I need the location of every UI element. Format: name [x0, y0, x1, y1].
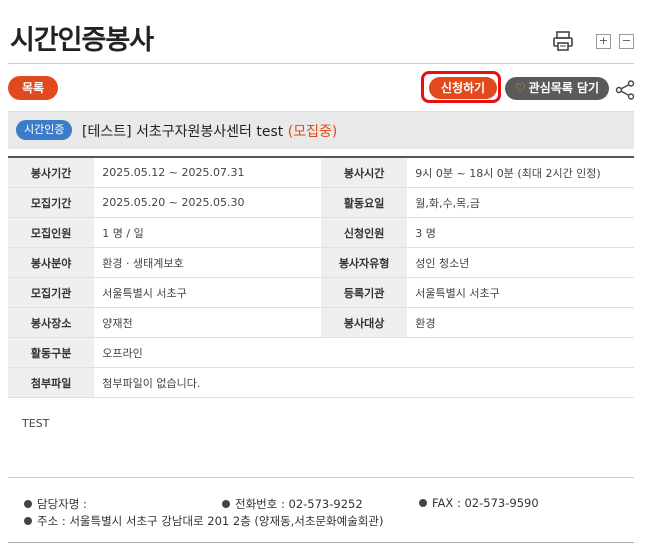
post-header: 시간인증 [테스트] 서초구자원봉사센터 test (모집중) — [8, 111, 634, 149]
favorite-label: 관심목록 담기 — [528, 81, 600, 95]
fax-text: FAX : 02-573-9590 — [432, 496, 539, 510]
table-row: 봉사장소 양재천 봉사대상 환경 — [8, 307, 634, 338]
bullet-icon — [222, 499, 230, 508]
attachment-value: 첨부파일이 없습니다. — [94, 367, 634, 398]
cell-label: 등록기관 — [320, 277, 408, 308]
bullet-icon — [24, 499, 32, 508]
heart-icon: ♡ — [514, 81, 526, 95]
cell-value: 서울특별시 서초구 — [407, 277, 634, 308]
cell-label: 봉사기간 — [8, 157, 95, 188]
post-title-text: [테스트] 서초구자원봉사센터 test — [82, 124, 284, 140]
cell-value: 3 명 — [407, 217, 634, 248]
divider — [8, 63, 634, 64]
table-row: 모집인원 1 명 / 일 신청인원 3 명 — [8, 217, 634, 248]
post-title: [테스트] 서초구자원봉사센터 test (모집중) — [82, 121, 337, 141]
cell-label: 봉사분야 — [8, 247, 95, 278]
print-icon[interactable] — [552, 30, 574, 52]
cell-label: 활동구분 — [8, 337, 95, 368]
address-info: 주소 : 서울특별시 서초구 강남대로 201 2층 (양재동,서초문화예술회관… — [24, 513, 383, 529]
page-tools: + − — [552, 30, 634, 52]
cell-label: 봉사시간 — [320, 157, 408, 188]
cell-label: 첨부파일 — [8, 367, 95, 398]
zoom-out-button[interactable]: − — [619, 33, 634, 49]
share-icon[interactable] — [615, 80, 635, 100]
page-title: 시간인증봉사 — [10, 25, 154, 56]
detail-table: 봉사기간 2025.05.12 ~ 2025.07.31 봉사시간 9시 0분 … — [8, 156, 634, 398]
bullet-icon — [419, 498, 427, 507]
cell-value: 9시 0분 ~ 18시 0분 (최대 2시간 인정) — [407, 157, 634, 188]
divider — [8, 477, 634, 478]
phone-text: 전화번호 : 02-573-9252 — [235, 497, 363, 511]
cell-label: 봉사장소 — [8, 307, 95, 338]
apply-button[interactable]: 신청하기 — [429, 77, 497, 99]
cell-label: 모집기관 — [8, 277, 95, 308]
fax-info: FAX : 02-573-9590 — [419, 496, 539, 510]
table-row: 모집기간 2025.05.20 ~ 2025.05.30 활동요일 월,화,수,… — [8, 187, 634, 218]
divider — [8, 542, 634, 543]
cell-label: 활동요일 — [320, 187, 408, 218]
table-row: 첨부파일 첨부파일이 없습니다. — [8, 367, 634, 398]
manager-info: 담당자명 : — [24, 496, 87, 512]
cell-label: 봉사대상 — [320, 307, 408, 338]
cell-value: 환경 · 생태계보호 — [94, 247, 321, 278]
table-row: 봉사분야 환경 · 생태계보호 봉사자유형 성인 청소년 — [8, 247, 634, 278]
cell-value: 환경 — [407, 307, 634, 338]
phone-info: 전화번호 : 02-573-9252 — [222, 496, 363, 512]
cell-value: 오프라인 — [94, 337, 634, 368]
cell-value: 서울특별시 서초구 — [94, 277, 321, 308]
cell-value: 성인 청소년 — [407, 247, 634, 278]
cell-label: 신청인원 — [320, 217, 408, 248]
table-row: 활동구분 오프라인 — [8, 337, 634, 368]
cell-value: 월,화,수,목,금 — [407, 187, 634, 218]
cell-value: 1 명 / 일 — [94, 217, 321, 248]
cell-label: 모집기간 — [8, 187, 95, 218]
list-button[interactable]: 목록 — [8, 76, 58, 100]
cell-label: 봉사자유형 — [320, 247, 408, 278]
favorite-button[interactable]: ♡ 관심목록 담기 — [505, 77, 609, 100]
cell-value: 2025.05.20 ~ 2025.05.30 — [94, 187, 321, 218]
cell-label: 모집인원 — [8, 217, 95, 248]
address-text: 주소 : 서울특별시 서초구 강남대로 201 2층 (양재동,서초문화예술회관… — [37, 514, 384, 528]
cell-value: 2025.05.12 ~ 2025.07.31 — [94, 157, 321, 188]
description-text: TEST — [22, 417, 50, 430]
cell-value: 양재천 — [94, 307, 321, 338]
zoom-in-button[interactable]: + — [596, 33, 611, 49]
table-row: 모집기관 서울특별시 서초구 등록기관 서울특별시 서초구 — [8, 277, 634, 308]
manager-text: 담당자명 : — [37, 497, 87, 511]
bullet-icon — [24, 516, 32, 525]
table-row: 봉사기간 2025.05.12 ~ 2025.07.31 봉사시간 9시 0분 … — [8, 157, 634, 188]
status-text: (모집중) — [287, 124, 338, 140]
category-badge: 시간인증 — [16, 120, 73, 140]
